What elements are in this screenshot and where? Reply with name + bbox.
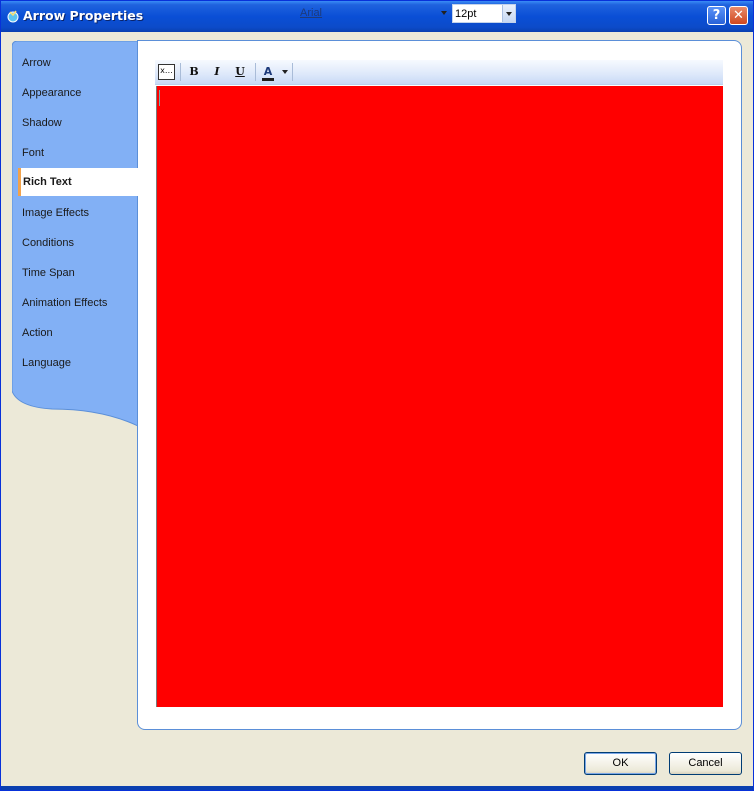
properties-dialog: Arrow Properties ? ✕ Arrow Appearance Sh… [0, 0, 754, 791]
toolbar-separator [292, 63, 293, 81]
nav-item-time-span[interactable]: Time Span [22, 264, 75, 282]
toolbar-separator [180, 63, 181, 81]
window-title: Arrow Properties [23, 8, 144, 23]
close-icon: ✕ [733, 8, 744, 23]
nav-item-arrow[interactable]: Arrow [22, 54, 51, 72]
bold-icon: B [189, 65, 199, 78]
nav-item-font[interactable]: Font [22, 144, 44, 162]
nav-item-conditions[interactable]: Conditions [22, 234, 74, 252]
nav-item-image-effects[interactable]: Image Effects [22, 204, 89, 222]
font-color-swatch [262, 78, 274, 81]
bold-button[interactable]: B [186, 64, 202, 80]
font-name-select[interactable]: Arial [300, 5, 450, 21]
nav-item-action[interactable]: Action [22, 324, 53, 342]
font-size-value: 12pt [455, 8, 477, 20]
underline-button[interactable]: U [232, 64, 248, 80]
help-icon: ? [712, 8, 721, 23]
italic-icon: I [214, 65, 220, 78]
font-size-select[interactable]: 12pt [452, 4, 516, 23]
rich-text-editor[interactable] [156, 86, 723, 707]
close-button[interactable]: ✕ [729, 6, 748, 25]
nav-item-animation-effects[interactable]: Animation Effects [22, 294, 107, 312]
clear-format-button[interactable]: x… [158, 64, 175, 80]
chevron-down-icon[interactable] [441, 11, 447, 15]
property-nav: Arrow Appearance Shadow Font Rich Text I… [12, 41, 140, 426]
nav-item-shadow[interactable]: Shadow [22, 114, 62, 132]
help-button[interactable]: ? [707, 6, 726, 25]
text-caret [159, 90, 160, 106]
chevron-down-icon[interactable] [282, 70, 288, 74]
ok-button[interactable]: OK [584, 752, 657, 775]
nav-item-language[interactable]: Language [22, 354, 71, 372]
font-color-button[interactable]: A [260, 64, 276, 81]
rich-text-toolbar: x… B I U A [155, 60, 723, 85]
clear-format-icon: x… [160, 66, 173, 75]
nav-item-appearance[interactable]: Appearance [22, 84, 81, 102]
chevron-down-icon[interactable] [502, 5, 515, 22]
cancel-button[interactable]: Cancel [669, 752, 742, 775]
underline-icon: U [235, 65, 245, 78]
toolbar-separator [255, 63, 256, 81]
font-color-icon: A [263, 65, 273, 78]
nav-item-rich-text[interactable]: Rich Text [18, 168, 140, 196]
window-bottom-border [1, 786, 753, 790]
app-icon [7, 10, 19, 23]
italic-button[interactable]: I [209, 64, 225, 80]
